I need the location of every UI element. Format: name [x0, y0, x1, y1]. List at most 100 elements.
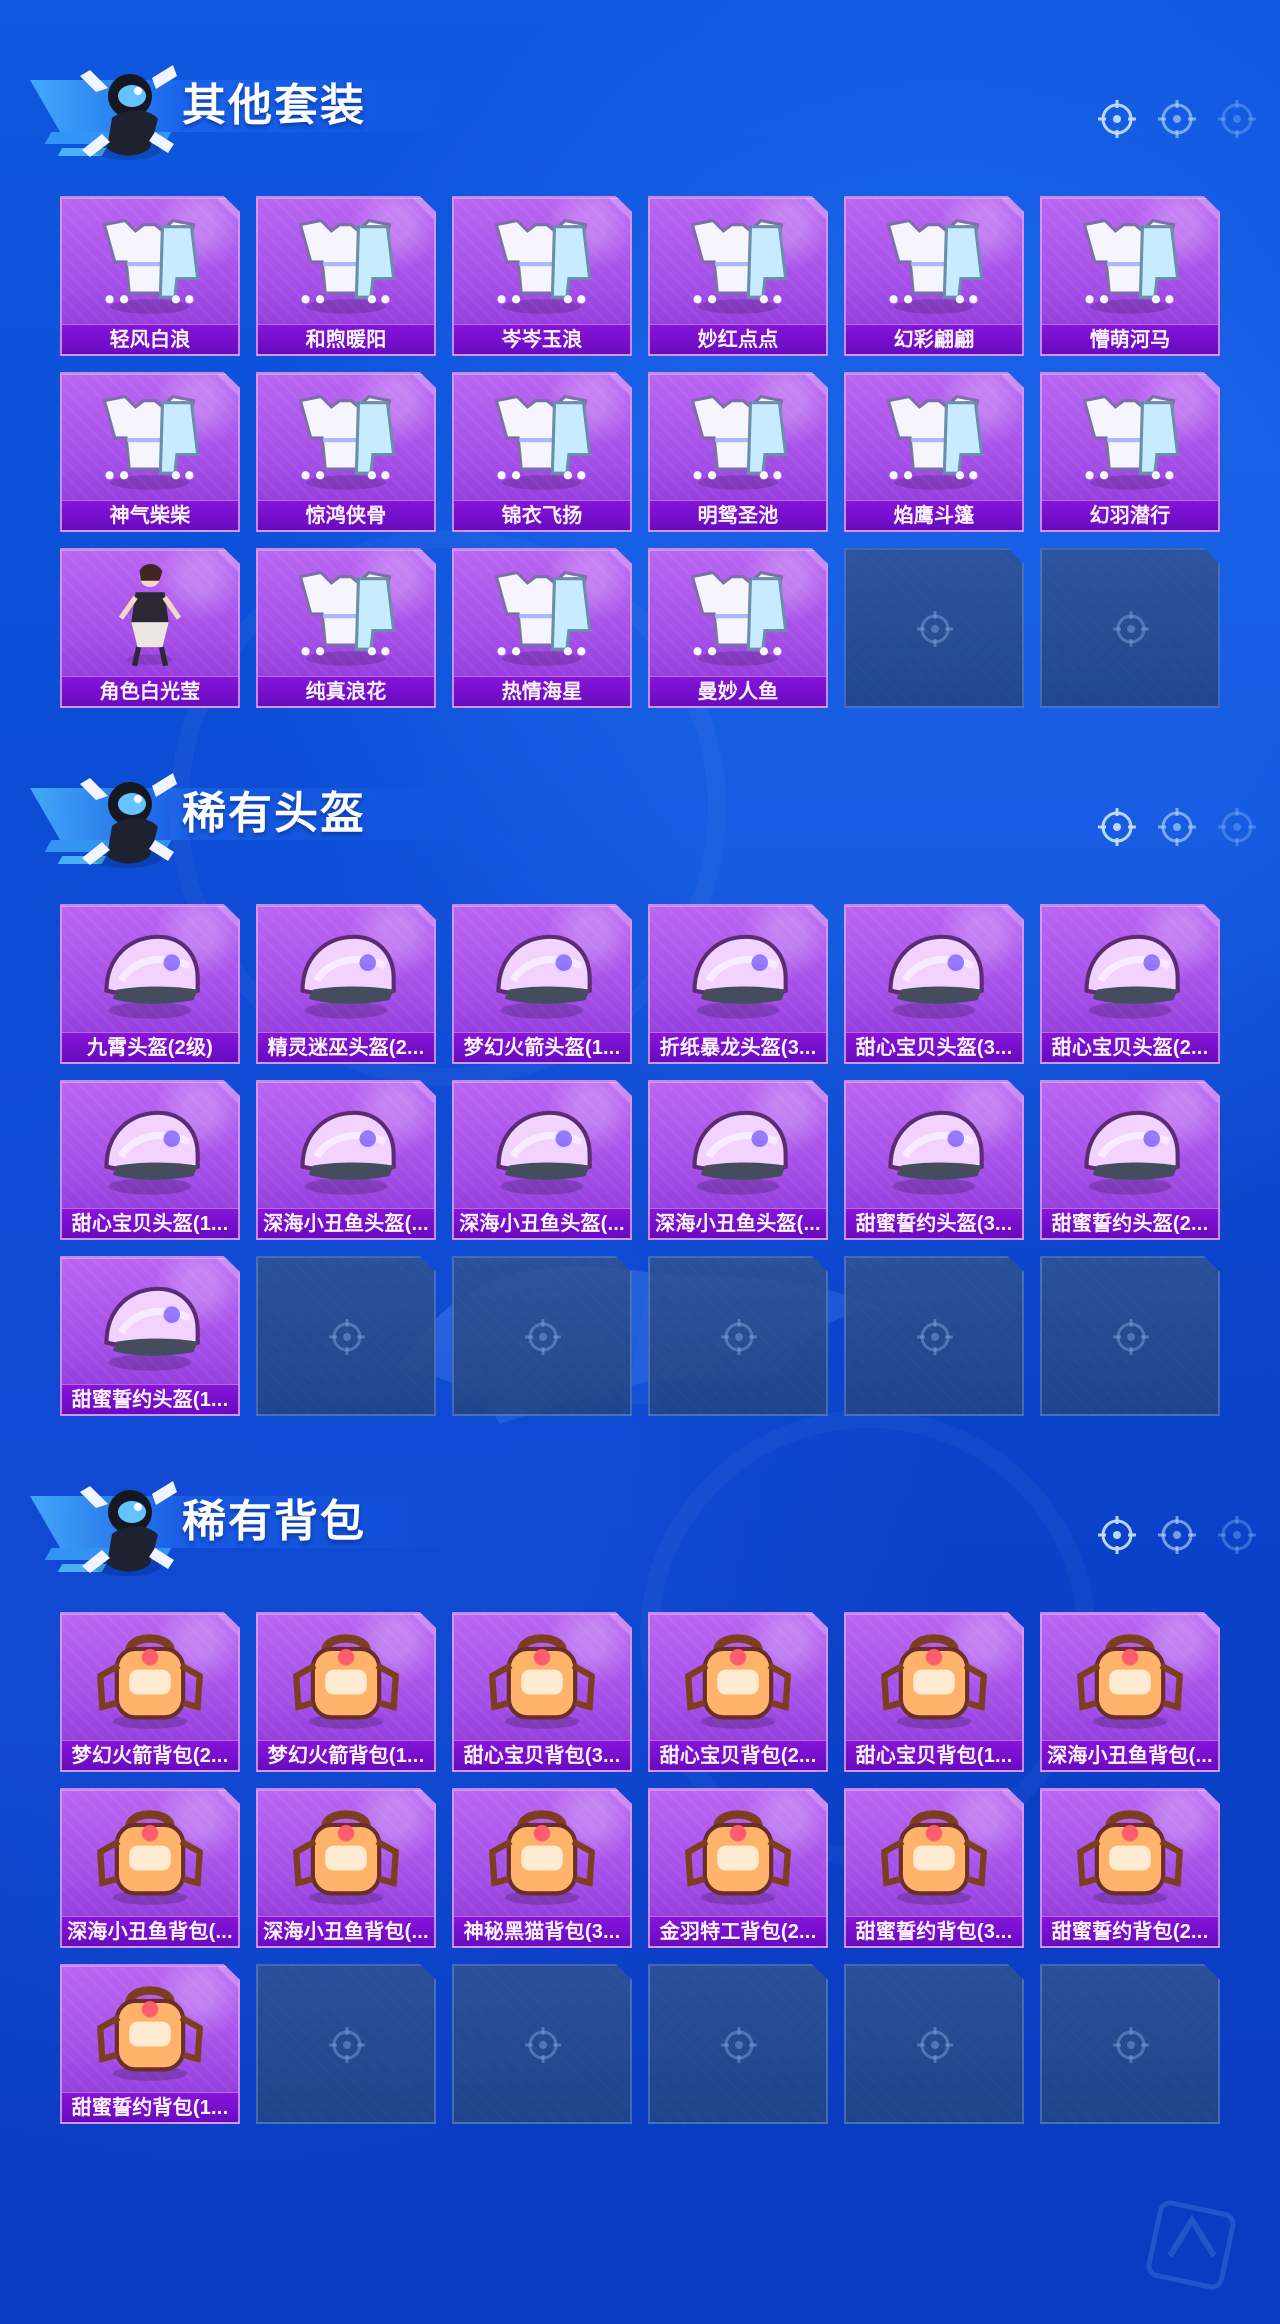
- helmet-icon: [464, 914, 620, 1028]
- item-card[interactable]: 轻风白浪: [60, 196, 240, 356]
- item-card[interactable]: 深海小丑鱼头盔(...: [648, 1080, 828, 1240]
- empty-slot: [256, 1256, 436, 1416]
- item-card[interactable]: 梦幻火箭头盔(1...: [452, 904, 632, 1064]
- item-card[interactable]: 折纸暴龙头盔(3...: [648, 904, 828, 1064]
- item-label: 甜心宝贝头盔(1...: [62, 1208, 238, 1238]
- item-label: 折纸暴龙头盔(3...: [650, 1032, 826, 1062]
- item-card[interactable]: 九霄头盔(2级): [60, 904, 240, 1064]
- item-card[interactable]: 甜心宝贝背包(3...: [452, 1612, 632, 1772]
- helmet-icon: [1052, 1090, 1208, 1204]
- item-card[interactable]: 精灵迷巫头盔(2...: [256, 904, 436, 1064]
- empty-slot: [452, 1964, 632, 2124]
- item-label: 幻羽潜行: [1042, 500, 1218, 530]
- item-card[interactable]: 幻彩翩翩: [844, 196, 1024, 356]
- helmet-icon: [660, 1090, 816, 1204]
- crosshair-icon: [1109, 1315, 1153, 1359]
- outfit-icon: [72, 206, 228, 320]
- outfit-icon: [856, 382, 1012, 496]
- backpack-icon: [268, 1798, 424, 1912]
- item-card[interactable]: 甜心宝贝头盔(2...: [1040, 904, 1220, 1064]
- item-card[interactable]: 神气柴柴: [60, 372, 240, 532]
- item-card[interactable]: 幻羽潜行: [1040, 372, 1220, 532]
- helmet-icon: [856, 1090, 1012, 1204]
- item-card[interactable]: 深海小丑鱼头盔(...: [256, 1080, 436, 1240]
- empty-slot: [648, 1256, 828, 1416]
- item-label: 甜心宝贝头盔(3...: [846, 1032, 1022, 1062]
- item-card[interactable]: 明鸳圣池: [648, 372, 828, 532]
- mascot-icon: [72, 766, 192, 882]
- crosshair-icon: [325, 2023, 369, 2067]
- item-card[interactable]: 曼妙人鱼: [648, 548, 828, 708]
- crosshair-icon: [325, 1315, 369, 1359]
- section-decoration: [1096, 806, 1258, 848]
- item-card[interactable]: 深海小丑鱼背包(...: [60, 1788, 240, 1948]
- item-grid: 轻风白浪 和煦暖阳 岑岑玉浪 妙红点点 幻彩翩翩 懵萌河马神气柴柴 惊鸿侠骨 锦衣飞扬 明鸳圣池…: [60, 196, 1220, 708]
- item-card[interactable]: 甜蜜誓约头盔(2...: [1040, 1080, 1220, 1240]
- outfit-icon: [660, 382, 816, 496]
- item-card[interactable]: 纯真浪花: [256, 548, 436, 708]
- backpack-icon: [72, 1974, 228, 2088]
- outfit-icon: [660, 558, 816, 672]
- corner-emblem-icon: [1136, 2190, 1246, 2300]
- item-card[interactable]: 深海小丑鱼背包(...: [256, 1788, 436, 1948]
- helmet-icon: [268, 914, 424, 1028]
- item-card[interactable]: 甜蜜誓约背包(3...: [844, 1788, 1024, 1948]
- outfit-icon: [1052, 382, 1208, 496]
- item-card[interactable]: 惊鸿侠骨: [256, 372, 436, 532]
- crosshair-icon: [913, 607, 957, 651]
- helmet-icon: [660, 914, 816, 1028]
- item-label: 甜蜜誓约头盔(3...: [846, 1208, 1022, 1238]
- item-card[interactable]: 甜心宝贝背包(2...: [648, 1612, 828, 1772]
- item-card[interactable]: 甜蜜誓约背包(1...: [60, 1964, 240, 2124]
- item-card[interactable]: 甜心宝贝背包(1...: [844, 1612, 1024, 1772]
- item-label: 甜心宝贝背包(1...: [846, 1740, 1022, 1770]
- outfit-icon: [464, 558, 620, 672]
- item-label: 九霄头盔(2级): [62, 1032, 238, 1062]
- item-card[interactable]: 甜蜜誓约头盔(3...: [844, 1080, 1024, 1240]
- crosshair-icon: [1156, 98, 1198, 140]
- item-card[interactable]: 神秘黑猫背包(3...: [452, 1788, 632, 1948]
- crosshair-icon: [1096, 98, 1138, 140]
- item-label: 轻风白浪: [62, 324, 238, 354]
- item-card[interactable]: 梦幻火箭背包(1...: [256, 1612, 436, 1772]
- item-card[interactable]: 懵萌河马: [1040, 196, 1220, 356]
- item-card[interactable]: 甜心宝贝头盔(3...: [844, 904, 1024, 1064]
- item-label: 甜蜜誓约头盔(1...: [62, 1384, 238, 1414]
- item-card[interactable]: 妙红点点: [648, 196, 828, 356]
- item-card[interactable]: 焰鹰斗篷: [844, 372, 1024, 532]
- crosshair-icon: [1109, 607, 1153, 651]
- mascot-icon: [72, 1474, 192, 1590]
- item-card[interactable]: 和煦暖阳: [256, 196, 436, 356]
- crosshair-icon: [913, 1315, 957, 1359]
- item-card[interactable]: 锦衣飞扬: [452, 372, 632, 532]
- item-card[interactable]: 深海小丑鱼头盔(...: [452, 1080, 632, 1240]
- item-card[interactable]: 热情海星: [452, 548, 632, 708]
- item-label: 惊鸿侠骨: [258, 500, 434, 530]
- item-card[interactable]: 梦幻火箭背包(2...: [60, 1612, 240, 1772]
- item-card[interactable]: 深海小丑鱼背包(...: [1040, 1612, 1220, 1772]
- item-card[interactable]: 甜蜜誓约背包(2...: [1040, 1788, 1220, 1948]
- outfit-icon: [268, 206, 424, 320]
- section-header: 稀有背包: [0, 1474, 1280, 1590]
- backpack-icon: [660, 1798, 816, 1912]
- section-other-outfits: 其他套装 轻风白浪 和煦暖阳 岑岑玉浪 妙红点点 幻彩翩翩 懵萌河马 神气柴柴 …: [0, 58, 1280, 708]
- crosshair-icon: [1096, 1514, 1138, 1556]
- outfit-icon: [268, 382, 424, 496]
- helmet-icon: [1052, 914, 1208, 1028]
- crosshair-icon: [717, 2023, 761, 2067]
- item-card[interactable]: 岑岑玉浪: [452, 196, 632, 356]
- backpack-icon: [72, 1798, 228, 1912]
- empty-slot: [1040, 548, 1220, 708]
- item-label: 金羽特工背包(2...: [650, 1916, 826, 1946]
- item-card[interactable]: 金羽特工背包(2...: [648, 1788, 828, 1948]
- character-icon: [72, 558, 228, 672]
- crosshair-icon: [1156, 1514, 1198, 1556]
- item-card[interactable]: 甜心宝贝头盔(1...: [60, 1080, 240, 1240]
- item-card[interactable]: 甜蜜誓约头盔(1...: [60, 1256, 240, 1416]
- crosshair-icon: [913, 2023, 957, 2067]
- crosshair-icon: [717, 1315, 761, 1359]
- backpack-icon: [464, 1798, 620, 1912]
- item-label: 甜蜜誓约背包(1...: [62, 2092, 238, 2122]
- item-card[interactable]: 角色白光莹: [60, 548, 240, 708]
- outfit-icon: [660, 206, 816, 320]
